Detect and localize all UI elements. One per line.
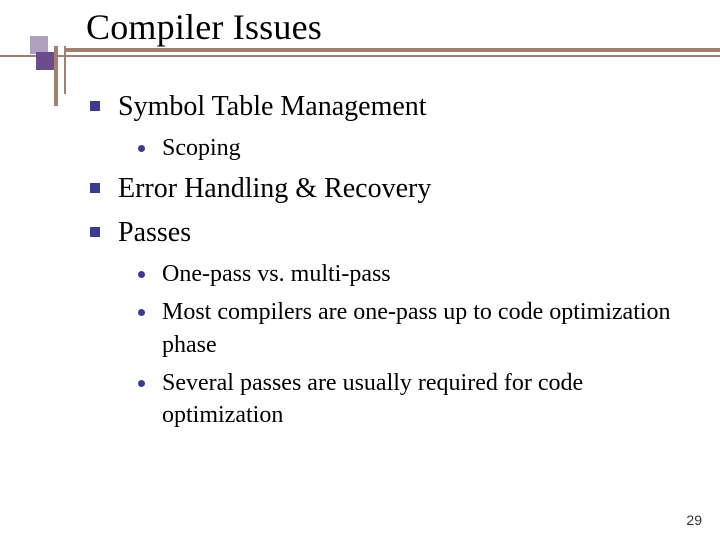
deco-bar [64, 48, 720, 52]
slide-body: Symbol Table Management Scoping Error Ha… [70, 88, 680, 500]
list-item-label: Most compilers are one-pass up to code o… [162, 299, 671, 357]
list-item-label: Several passes are usually required for … [162, 370, 583, 428]
bullet-list: Symbol Table Management Scoping Error Ha… [70, 88, 680, 432]
deco-square [36, 52, 54, 70]
bullet-sublist: One-pass vs. multi-pass Most compilers a… [118, 258, 680, 432]
slide: Compiler Issues Symbol Table Management … [0, 0, 720, 540]
list-item-label: Scoping [162, 135, 241, 161]
corner-decoration [0, 46, 720, 60]
list-item: Symbol Table Management Scoping [70, 88, 680, 164]
deco-bar [54, 46, 58, 106]
list-item: Several passes are usually required for … [118, 367, 680, 432]
deco-bar [64, 46, 66, 94]
list-item-label: Symbol Table Management [118, 91, 427, 122]
list-item-label: Passes [118, 217, 191, 248]
list-item: One-pass vs. multi-pass [118, 258, 680, 290]
page-number: 29 [686, 512, 702, 528]
list-item-label: Error Handling & Recovery [118, 173, 431, 204]
slide-title: Compiler Issues [86, 6, 322, 48]
list-item: Scoping [118, 132, 680, 164]
list-item: Error Handling & Recovery [70, 170, 680, 208]
list-item: Passes One-pass vs. multi-pass Most comp… [70, 214, 680, 432]
list-item: Most compilers are one-pass up to code o… [118, 296, 680, 361]
bullet-sublist: Scoping [118, 132, 680, 164]
list-item-label: One-pass vs. multi-pass [162, 261, 391, 287]
deco-bar [0, 55, 720, 57]
